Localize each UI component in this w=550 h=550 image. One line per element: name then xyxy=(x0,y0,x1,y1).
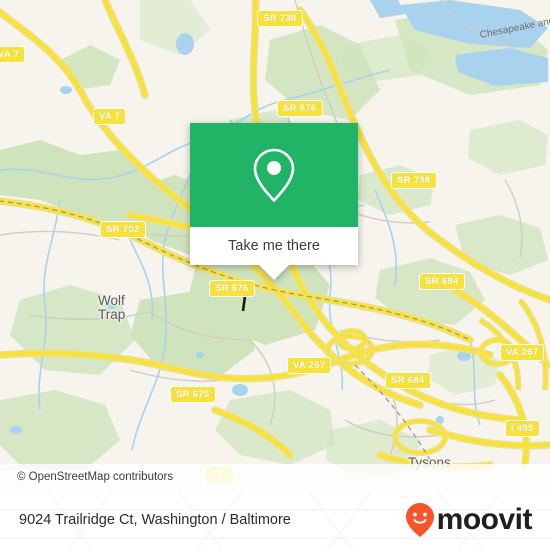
map-attribution-bar: © OpenStreetMap contributors xyxy=(0,464,550,490)
road-shield: SR 675 xyxy=(170,386,216,403)
map-screenshot: SR 738 VA 7 SR 676 VA 7 SR 738 SR 702 SR 676 SR… xyxy=(0,0,550,550)
road-shield: VA 7 xyxy=(93,108,127,125)
popup-tail xyxy=(259,265,289,280)
road-shield: SR 684 xyxy=(385,372,431,389)
popup-image-header xyxy=(190,123,358,227)
moovit-smiley-pin-icon xyxy=(405,503,434,537)
footer-bar: 9024 Trailridge Ct, Washington / Baltimo… xyxy=(0,490,550,550)
road-shield: SR 684 xyxy=(419,273,465,290)
road-shield: SR 738 xyxy=(391,172,437,189)
road-shield: SR 738 xyxy=(257,10,303,27)
road-shield: I 495 xyxy=(505,420,540,437)
road-shield: SR 702 xyxy=(100,221,146,238)
place-label: Wolf Trap xyxy=(98,293,126,322)
moovit-logo[interactable]: moovit xyxy=(405,502,533,538)
popup-action-bar[interactable]: Take me there xyxy=(190,227,358,265)
map-canvas[interactable]: SR 738 VA 7 SR 676 VA 7 SR 738 SR 702 SR 676 SR… xyxy=(0,0,550,490)
road-shield: VA 7 xyxy=(0,46,26,63)
road-shield: SR 676 xyxy=(209,280,255,297)
osm-attribution-text: © OpenStreetMap contributors xyxy=(17,471,174,483)
road-shield: SR 676 xyxy=(277,100,323,117)
road-shield: VA 267 xyxy=(287,357,332,374)
take-me-there-label: Take me there xyxy=(228,238,320,254)
location-pin-icon xyxy=(253,148,295,202)
location-popup[interactable]: Take me there xyxy=(190,123,358,280)
address-label: 9024 Trailridge Ct, Washington / Baltimo… xyxy=(19,512,291,528)
road-shield: VA 267 xyxy=(500,344,545,361)
moovit-wordmark: moovit xyxy=(436,503,533,536)
